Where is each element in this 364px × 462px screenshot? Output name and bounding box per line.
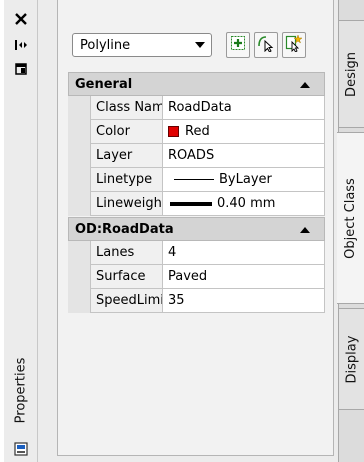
property-row-class-name[interactable]: Class Name RoadData [68,96,325,120]
linetype-sample [174,179,214,180]
property-row-speedlimit[interactable]: SpeedLimit 35 [68,289,325,313]
property-row-linetype[interactable]: Linetype ByLayer [68,168,325,192]
chevron-down-icon [195,42,205,48]
linetype-value: ByLayer [219,172,272,187]
property-value[interactable]: 0.40 mm [162,192,325,216]
property-value[interactable]: ByLayer [162,168,325,192]
palette-title: Properties [8,340,34,440]
tab-object-class[interactable]: Object Class [337,132,364,304]
property-row-lineweight[interactable]: Lineweight 0.40 mm [68,192,325,216]
property-name: Surface [90,265,162,289]
palette-settings-icon[interactable] [11,440,31,458]
property-row-layer[interactable]: Layer ROADS [68,144,325,168]
property-name: Class Name [90,96,173,120]
quick-select-button[interactable] [282,32,306,58]
property-value[interactable]: Paved [162,265,325,289]
category-od-roaddata[interactable]: OD:RoadData [68,217,325,241]
property-grid: General Class Name RoadData Color Red La… [68,72,325,313]
toggle-pickadd-button[interactable] [226,32,250,58]
palette-title-label: Properties [13,357,29,423]
object-type-select[interactable]: Polyline [72,33,212,57]
tab-display[interactable]: Display [339,308,364,410]
property-name: Layer [90,144,162,168]
lineweight-sample [170,201,212,206]
lineweight-value: 0.40 mm [217,196,276,211]
color-value: Red [185,124,210,139]
property-row-color[interactable]: Color Red [68,120,325,144]
property-value[interactable]: 4 [162,241,325,265]
property-value[interactable]: Red [162,120,325,144]
property-value[interactable]: RoadData [162,96,325,120]
property-name: Lineweight [90,192,167,216]
tab-design-label: Design [344,51,360,97]
quick-select-icon [285,34,303,56]
collapse-arrow-icon[interactable] [300,227,310,233]
category-general[interactable]: General [68,72,325,96]
autohide-icon[interactable] [11,36,31,54]
property-name: Color [90,120,162,144]
property-value[interactable]: ROADS [162,144,325,168]
object-type-value: Polyline [80,37,131,53]
select-objects-icon [257,34,275,56]
collapse-arrow-icon[interactable] [300,82,310,88]
color-swatch [168,126,179,137]
property-name: Linetype [90,168,162,192]
tab-object-class-label: Object Class [343,177,358,259]
category-general-label: General [75,76,133,92]
property-row-lanes[interactable]: Lanes 4 [68,241,325,265]
property-value[interactable]: 35 [162,289,325,313]
palette-menu-icon[interactable] [11,60,31,78]
tab-design[interactable]: Design [339,20,364,128]
toggle-pickadd-icon [230,35,246,55]
property-row-surface[interactable]: Surface Paved [68,265,325,289]
property-name: Lanes [90,241,162,265]
close-icon[interactable] [11,10,31,28]
select-objects-button[interactable] [254,32,278,58]
category-od-roaddata-label: OD:RoadData [75,221,174,237]
palette-tab-strip: Design Object Class Display [337,0,364,462]
palette-title-bar: Properties [4,0,38,462]
tab-display-label: Display [344,335,360,383]
property-name: SpeedLimit [90,289,169,313]
palette-toolbar: Polyline [38,0,338,70]
